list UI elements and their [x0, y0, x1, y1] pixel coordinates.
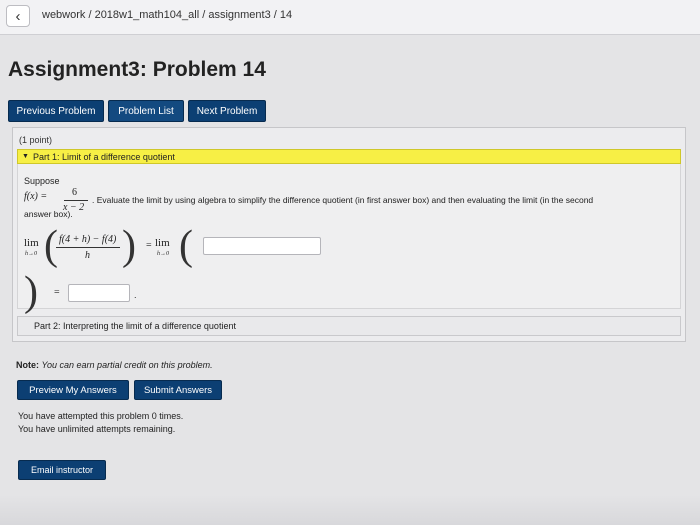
equals-sign-2: = — [54, 287, 60, 298]
breadcrumb[interactable]: webwork / 2018w1_math104_all / assignmen… — [42, 9, 292, 21]
problem-box: (1 point) ▼ Part 1: Limit of a differenc… — [12, 127, 686, 342]
difference-quotient-denominator: h — [85, 250, 90, 261]
points-label: (1 point) — [19, 135, 53, 145]
attempts-remaining-text: You have unlimited attempts remaining. — [18, 424, 176, 434]
top-bar: ‹ webwork / 2018w1_math104_all / assignm… — [0, 0, 700, 35]
limit-operator-2: lim — [155, 237, 170, 249]
difference-quotient-numerator: f(4 + h) − f(4) — [59, 234, 117, 245]
part1-title: Part 1: Limit of a difference quotient — [32, 151, 175, 162]
instructions-continued: answer box). — [24, 209, 73, 219]
left-paren-1: ( — [44, 223, 58, 269]
answer-input-1[interactable] — [203, 237, 321, 255]
preview-answers-button[interactable]: Preview My Answers — [17, 380, 129, 400]
fraction-bar — [64, 200, 88, 201]
email-instructor-button[interactable]: Email instructor — [18, 460, 106, 480]
part2-header[interactable]: Part 2: Interpreting the limit of a diff… — [17, 316, 681, 336]
part1-body: Suppose f(x) = 6 x − 2 . Evaluate the li… — [17, 164, 681, 315]
answer-input-2[interactable] — [68, 284, 130, 302]
partial-credit-note: Note: You can earn partial credit on thi… — [16, 360, 213, 370]
back-button[interactable]: ‹ — [6, 5, 30, 27]
triangle-down-icon: ▼ — [22, 153, 29, 160]
suppose-text: Suppose — [24, 176, 60, 186]
part2-title: Part 2: Interpreting the limit of a diff… — [34, 321, 236, 331]
left-paren-2: ( — [179, 223, 193, 269]
period: . — [134, 290, 137, 300]
bottom-shade — [0, 495, 700, 525]
previous-problem-button[interactable]: Previous Problem — [8, 100, 104, 122]
function-lhs: f(x) = — [24, 191, 48, 202]
problem-list-button[interactable]: Problem List — [108, 100, 184, 122]
instructions-text: . Evaluate the limit by using algebra to… — [92, 195, 594, 205]
right-paren-2: ) — [24, 269, 38, 315]
limit-operator-1: lim — [24, 237, 39, 249]
limit-subscript-1: h→0 — [25, 251, 37, 257]
function-numerator: 6 — [72, 187, 77, 198]
right-paren-1: ) — [122, 223, 136, 269]
note-label: Note: — [16, 360, 39, 370]
note-text: You can earn partial credit on this prob… — [41, 360, 213, 370]
submit-answers-button[interactable]: Submit Answers — [134, 380, 222, 400]
next-problem-button[interactable]: Next Problem — [188, 100, 266, 122]
chevron-left-icon: ‹ — [15, 7, 21, 25]
difference-quotient-bar — [56, 247, 120, 248]
limit-subscript-2: h→0 — [157, 251, 169, 257]
equals-sign-1: = — [146, 240, 152, 251]
page-title: Assignment3: Problem 14 — [8, 58, 266, 81]
part1-header[interactable]: ▼ Part 1: Limit of a difference quotient — [17, 149, 681, 164]
attempts-count-text: You have attempted this problem 0 times. — [18, 411, 184, 421]
